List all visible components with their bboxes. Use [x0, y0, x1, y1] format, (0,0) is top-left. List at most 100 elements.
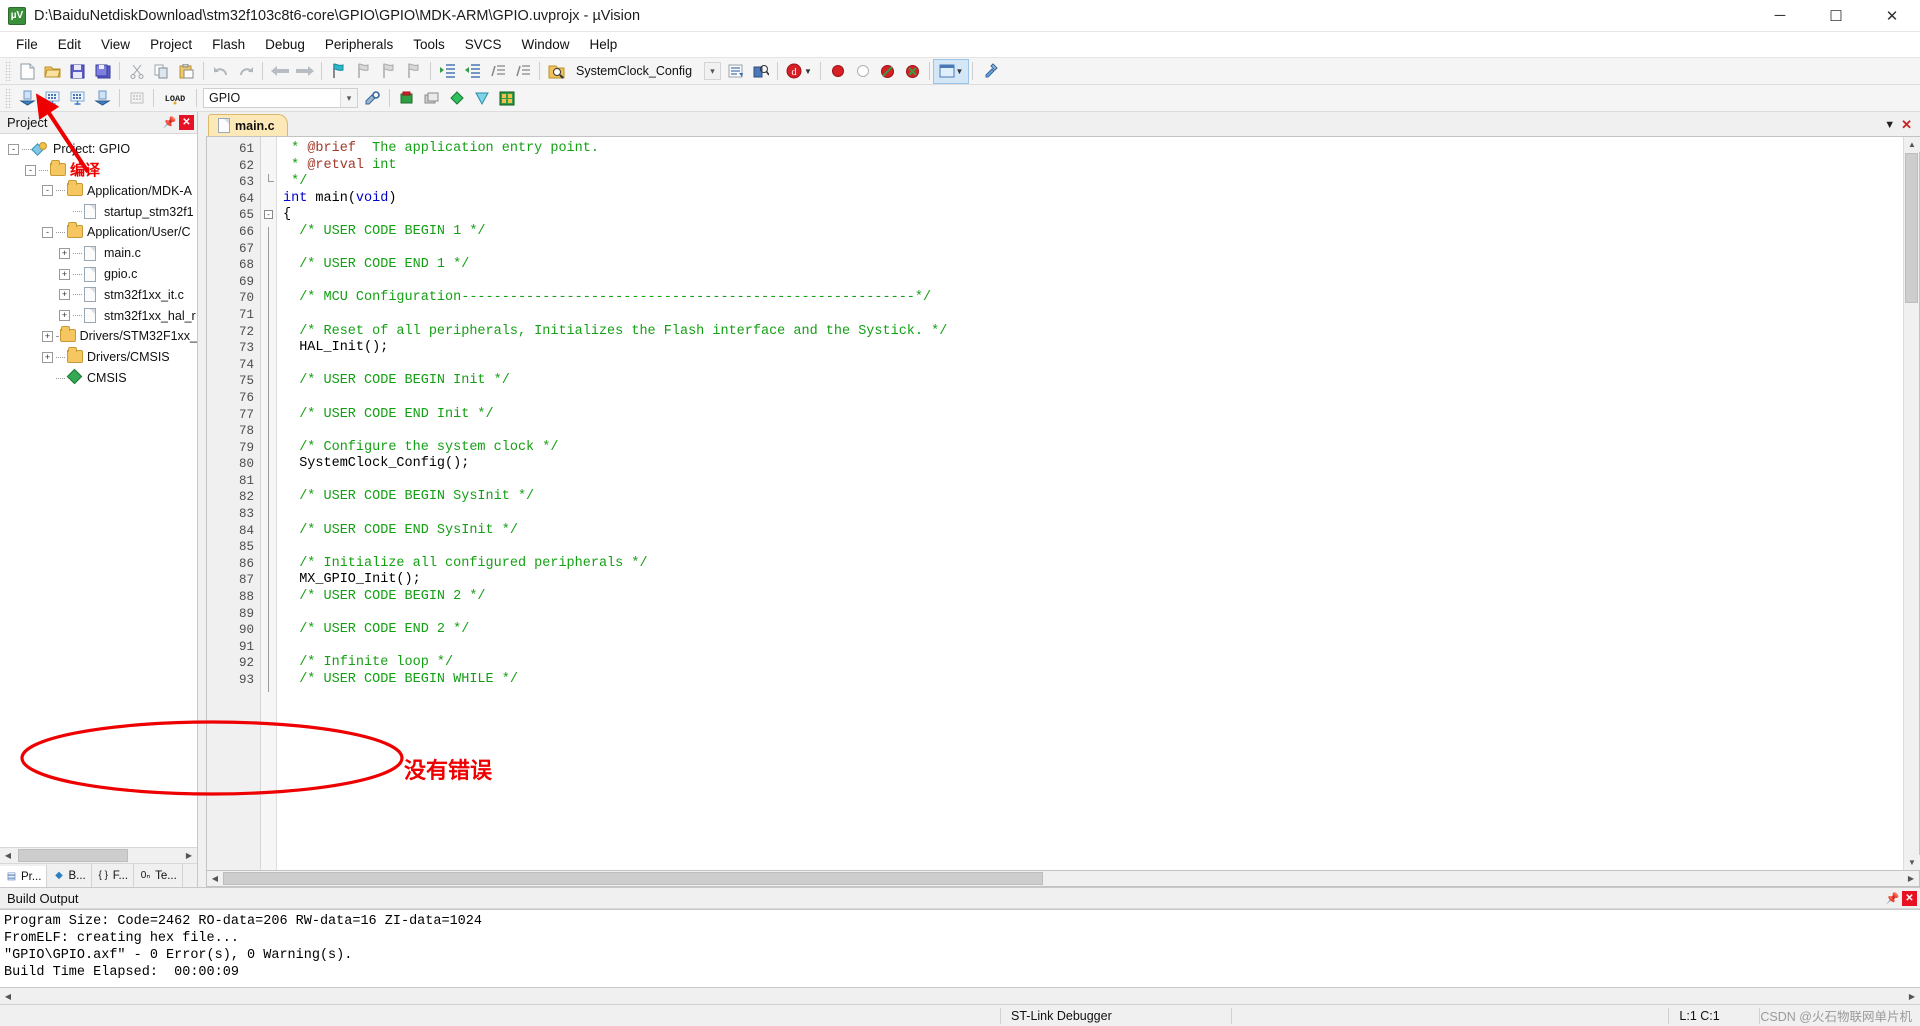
pack-installer-icon[interactable]	[469, 87, 494, 110]
tree-item[interactable]: + stm32f1xx_hal_r	[0, 305, 197, 326]
tree-item[interactable]: - Project: GPIO	[0, 139, 197, 160]
chevron-down-icon[interactable]: ▾	[704, 62, 721, 80]
close-button[interactable]: ✕	[1864, 0, 1920, 32]
chevron-down-icon[interactable]: ▼	[804, 67, 812, 76]
tree-item[interactable]: - 编译	[0, 159, 197, 181]
code-line[interactable]	[277, 390, 1903, 407]
code-line[interactable]: /* USER CODE END Init */	[277, 407, 1903, 424]
scroll-right-arrow-icon[interactable]: ▶	[181, 848, 197, 863]
minimize-editor-button[interactable]: ▼	[1884, 119, 1895, 131]
collapse-icon[interactable]: -	[264, 210, 273, 220]
menu-edit[interactable]: Edit	[48, 34, 91, 55]
chevron-down-icon[interactable]: ▾	[340, 89, 357, 107]
code-line[interactable]: /* USER CODE BEGIN WHILE */	[277, 672, 1903, 689]
code-line[interactable]: MX_GPIO_Init();	[277, 572, 1903, 589]
function-combo[interactable]: SystemClock_Config ▾	[571, 61, 721, 81]
code-line[interactable]: /* USER CODE BEGIN 1 */	[277, 224, 1903, 241]
toggle-bookmark-icon[interactable]	[326, 60, 351, 83]
expand-icon[interactable]: +	[59, 289, 70, 301]
menu-svcs[interactable]: SVCS	[455, 34, 512, 55]
code-line[interactable]: * @retval int	[277, 158, 1903, 175]
toolbar-grip[interactable]	[5, 61, 12, 81]
menu-peripherals[interactable]: Peripherals	[315, 34, 403, 55]
select-software-packs-icon[interactable]	[419, 87, 444, 110]
tree-item[interactable]: + gpio.c	[0, 264, 197, 285]
collapse-icon[interactable]: -	[8, 143, 19, 155]
editor-hscrollbar[interactable]: ◀ ▶	[206, 871, 1920, 887]
undo-icon[interactable]	[208, 60, 233, 83]
tree-item[interactable]: - Application/MDK-A	[0, 180, 197, 202]
collapse-icon[interactable]: -	[42, 227, 53, 239]
next-bookmark-icon[interactable]	[376, 60, 401, 83]
close-icon[interactable]: ✕	[1902, 890, 1917, 906]
menu-debug[interactable]: Debug	[255, 34, 315, 55]
code-line[interactable]	[277, 307, 1903, 324]
scroll-right-arrow-icon[interactable]: ▶	[1903, 871, 1919, 886]
menu-tools[interactable]: Tools	[403, 34, 455, 55]
project-tree[interactable]: - Project: GPIO - 编译 - Application/MDK-A start…	[0, 134, 197, 847]
tree-item[interactable]: - Application/User/C	[0, 222, 197, 243]
code-line[interactable]	[277, 473, 1903, 490]
code-line[interactable]: /* USER CODE END 1 */	[277, 257, 1903, 274]
maximize-button[interactable]: ☐	[1808, 0, 1864, 32]
code-line[interactable]: /* USER CODE BEGIN Init */	[277, 373, 1903, 390]
code-line[interactable]: /* USER CODE END 2 */	[277, 622, 1903, 639]
navigate-forward-icon[interactable]	[292, 60, 317, 83]
tree-item[interactable]: startup_stm32f1	[0, 201, 197, 222]
scroll-right-arrow-icon[interactable]: ▶	[1904, 988, 1920, 1004]
navigate-back-icon[interactable]	[267, 60, 292, 83]
redo-icon[interactable]	[233, 60, 258, 83]
target-options-icon[interactable]	[360, 87, 385, 110]
code-line[interactable]: * @brief The application entry point.	[277, 141, 1903, 158]
scroll-track[interactable]	[16, 848, 181, 863]
indent-icon[interactable]	[435, 60, 460, 83]
code-line[interactable]: */	[277, 174, 1903, 191]
tree-item[interactable]: + stm32f1xx_it.c	[0, 285, 197, 306]
expand-icon[interactable]: +	[42, 331, 53, 343]
expand-icon[interactable]: +	[42, 351, 53, 363]
open-file-icon[interactable]	[40, 60, 65, 83]
tree-item[interactable]: CMSIS	[0, 368, 197, 389]
project-panel-tab[interactable]: ▤ Pr...	[0, 864, 48, 887]
paste-icon[interactable]	[174, 60, 199, 83]
code-line[interactable]	[277, 241, 1903, 258]
menu-view[interactable]: View	[91, 34, 140, 55]
code-line[interactable]: {	[277, 207, 1903, 224]
manage-run-time-environment-icon[interactable]	[394, 87, 419, 110]
menu-help[interactable]: Help	[580, 34, 628, 55]
download-icon[interactable]: LOAD	[158, 87, 192, 110]
project-panel-tab[interactable]: { } F...	[91, 864, 135, 887]
code-line[interactable]: /* MCU Configuration--------------------…	[277, 290, 1903, 307]
multi-project-icon[interactable]	[494, 87, 519, 110]
code-line[interactable]	[277, 274, 1903, 291]
scroll-left-arrow-icon[interactable]: ◀	[0, 988, 16, 1004]
translate-file-icon[interactable]	[15, 87, 40, 110]
build-output-text[interactable]: Program Size: Code=2462 RO-data=206 RW-d…	[0, 909, 1920, 988]
scroll-thumb[interactable]	[1905, 153, 1918, 303]
menu-window[interactable]: Window	[511, 34, 579, 55]
menu-flash[interactable]: Flash	[202, 34, 255, 55]
collapse-icon[interactable]: -	[25, 164, 36, 176]
kill-all-breakpoints-icon[interactable]	[900, 60, 925, 83]
expand-icon[interactable]: +	[59, 310, 70, 322]
scroll-left-arrow-icon[interactable]: ◀	[207, 871, 223, 886]
fold-marker[interactable]: -	[261, 210, 276, 227]
tree-item[interactable]: + Drivers/CMSIS	[0, 346, 197, 368]
new-file-icon[interactable]	[15, 60, 40, 83]
scroll-track[interactable]	[16, 988, 1904, 1004]
scroll-thumb[interactable]	[18, 849, 128, 862]
scroll-up-arrow-icon[interactable]: ▲	[1904, 137, 1920, 152]
collapse-icon[interactable]: -	[42, 185, 53, 197]
code-line[interactable]: /* USER CODE BEGIN 2 */	[277, 589, 1903, 606]
clear-bookmarks-icon[interactable]	[401, 60, 426, 83]
expand-icon[interactable]: +	[59, 247, 70, 259]
project-panel-tab[interactable]: 0ₙ Te...	[134, 864, 183, 887]
pin-icon[interactable]: 📌	[162, 115, 177, 130]
code-line[interactable]	[277, 423, 1903, 440]
code-line[interactable]: int main(void)	[277, 191, 1903, 208]
scroll-thumb[interactable]	[223, 872, 1043, 885]
project-panel-tabs[interactable]: ▤ Pr... ◆ B... { } F... 0ₙ Te...	[0, 863, 197, 887]
insert-breakpoint-icon[interactable]	[825, 60, 850, 83]
scroll-down-arrow-icon[interactable]: ▼	[1904, 855, 1920, 870]
code-line[interactable]	[277, 606, 1903, 623]
